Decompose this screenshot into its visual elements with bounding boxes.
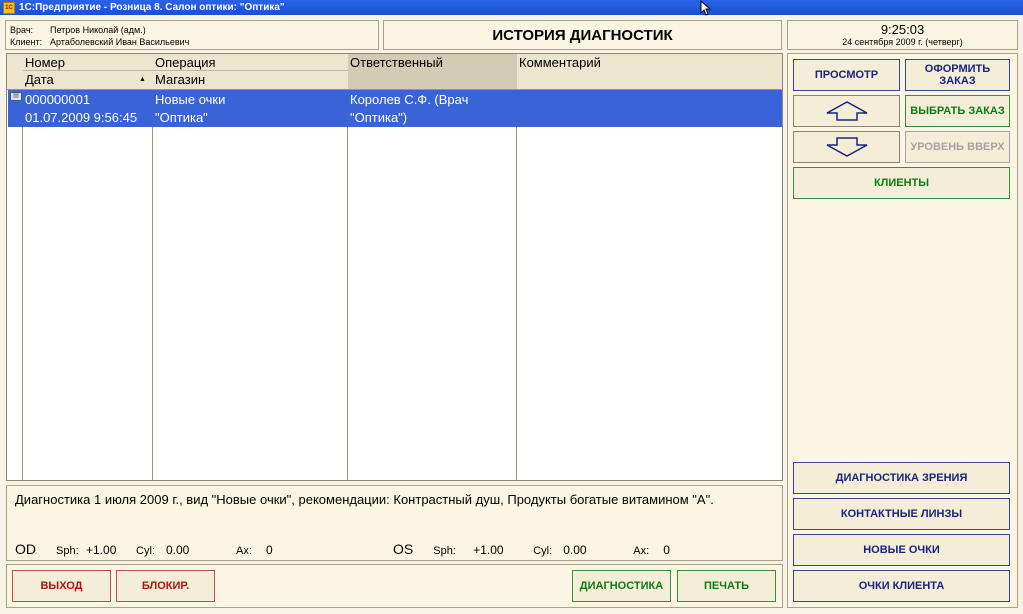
page-title: ИСТОРИЯ ДИАГНОСТИК: [492, 26, 673, 44]
os-values: OS Sph: +1.00 Cyl: 0.00 Ax: 0: [393, 541, 670, 557]
client-value: Артаболевский Иван Васильевич: [50, 37, 190, 47]
arrow-up-icon: [826, 101, 867, 121]
doctor-label: Врач:: [10, 25, 34, 35]
row-number: 000000001: [25, 92, 91, 107]
row-responsible-line1: Королев С.Ф. (Врач: [350, 92, 469, 107]
vision-diagnostics-button[interactable]: ДИАГНОСТИКА ЗРЕНИЯ: [793, 462, 1010, 494]
header-marker: [7, 54, 23, 90]
os-ax-label: Ax:: [633, 545, 650, 557]
os-cyl-value: 0.00: [563, 543, 587, 557]
row-date: 01.07.2009 9:56:45: [25, 110, 138, 125]
row-operation: Новые очки: [155, 92, 226, 107]
clock-time: 9:25:03: [880, 22, 925, 37]
row-responsible-line2: "Оптика"): [350, 110, 408, 125]
diagnosis-details: Диагностика 1 июля 2009 г., вид "Новые о…: [6, 485, 783, 561]
page-title-box: ИСТОРИЯ ДИАГНОСТИК: [383, 20, 782, 50]
select-order-button[interactable]: ВЫБРАТЬ ЗАКАЗ: [905, 95, 1010, 127]
od-values: OD Sph: +1.00 Cyl: 0.00 Ax: 0: [15, 541, 273, 557]
header-store-label[interactable]: Магазин: [153, 71, 348, 88]
window-title: 1С:Предприятие - Розница 8. Салон оптики…: [19, 2, 285, 13]
od-sph-label: Sph:: [56, 545, 79, 557]
window-titlebar: 1С 1С:Предприятие - Розница 8. Салон опт…: [0, 0, 1023, 15]
session-info: Врач: Петров Николай (адм.) Клиент: Арта…: [5, 20, 379, 50]
clients-button[interactable]: КЛИЕНТЫ: [793, 167, 1010, 199]
diagnostics-table[interactable]: Номер Дата ▲ Операция Магазин Ответствен…: [6, 53, 783, 481]
header-comment[interactable]: Комментарий: [517, 54, 782, 90]
scroll-down-button[interactable]: [793, 131, 900, 163]
clock-date: 24 сентября 2009 г. (четверг): [842, 37, 963, 47]
header-responsible-label[interactable]: Ответственный: [348, 54, 517, 71]
sort-asc-icon: ▲: [139, 76, 146, 83]
row-store: "Оптика": [155, 110, 208, 125]
header-number-label[interactable]: Номер: [23, 54, 153, 71]
diagnostics-button[interactable]: ДИАГНОСТИКА: [572, 570, 671, 602]
contact-lenses-button[interactable]: КОНТАКТНЫЕ ЛИНЗЫ: [793, 498, 1010, 530]
level-up-button[interactable]: УРОВЕНЬ ВВЕРХ: [905, 131, 1010, 163]
os-label: OS: [393, 541, 414, 557]
od-sph-value: +1.00: [86, 543, 117, 557]
od-cyl-value: 0.00: [166, 543, 190, 557]
od-label: OD: [15, 541, 36, 557]
header-operation-label[interactable]: Операция: [153, 54, 348, 71]
os-sph-label: Sph:: [433, 545, 456, 557]
header-number[interactable]: Номер Дата: [23, 54, 153, 90]
os-ax-value: 0: [663, 543, 670, 557]
header-responsible[interactable]: Ответственный: [348, 54, 517, 90]
header-comment-label[interactable]: Комментарий: [517, 54, 782, 71]
od-ax-label: Ax:: [236, 545, 252, 557]
scroll-up-button[interactable]: [793, 95, 900, 127]
document-icon: ▤: [10, 92, 22, 101]
client-glasses-button[interactable]: ОЧКИ КЛИЕНТА: [793, 570, 1010, 602]
make-order-button[interactable]: ОФОРМИТЬ ЗАКАЗ: [905, 59, 1010, 91]
od-cyl-label: Cyl:: [136, 545, 155, 557]
mouse-cursor-icon: [700, 0, 712, 16]
app-icon: 1С: [3, 1, 15, 14]
os-sph-value: +1.00: [473, 543, 504, 557]
os-cyl-label: Cyl:: [533, 545, 553, 557]
doctor-value: Петров Николай (адм.): [50, 25, 146, 35]
block-button[interactable]: БЛОКИР.: [116, 570, 215, 602]
header-operation[interactable]: Операция Магазин: [153, 54, 348, 90]
arrow-down-icon: [826, 137, 867, 157]
view-button[interactable]: ПРОСМОТР: [793, 59, 900, 91]
new-glasses-button[interactable]: НОВЫЕ ОЧКИ: [793, 534, 1010, 566]
header-date-label[interactable]: Дата: [23, 71, 153, 88]
print-button[interactable]: ПЕЧАТЬ: [677, 570, 776, 602]
od-ax-value: 0: [266, 543, 273, 557]
diagnosis-text: Диагностика 1 июля 2009 г., вид "Новые о…: [15, 492, 714, 507]
client-label: Клиент:: [10, 37, 43, 47]
clock: 9:25:03 24 сентября 2009 г. (четверг): [787, 20, 1018, 50]
exit-button[interactable]: ВЫХОД: [12, 570, 111, 602]
